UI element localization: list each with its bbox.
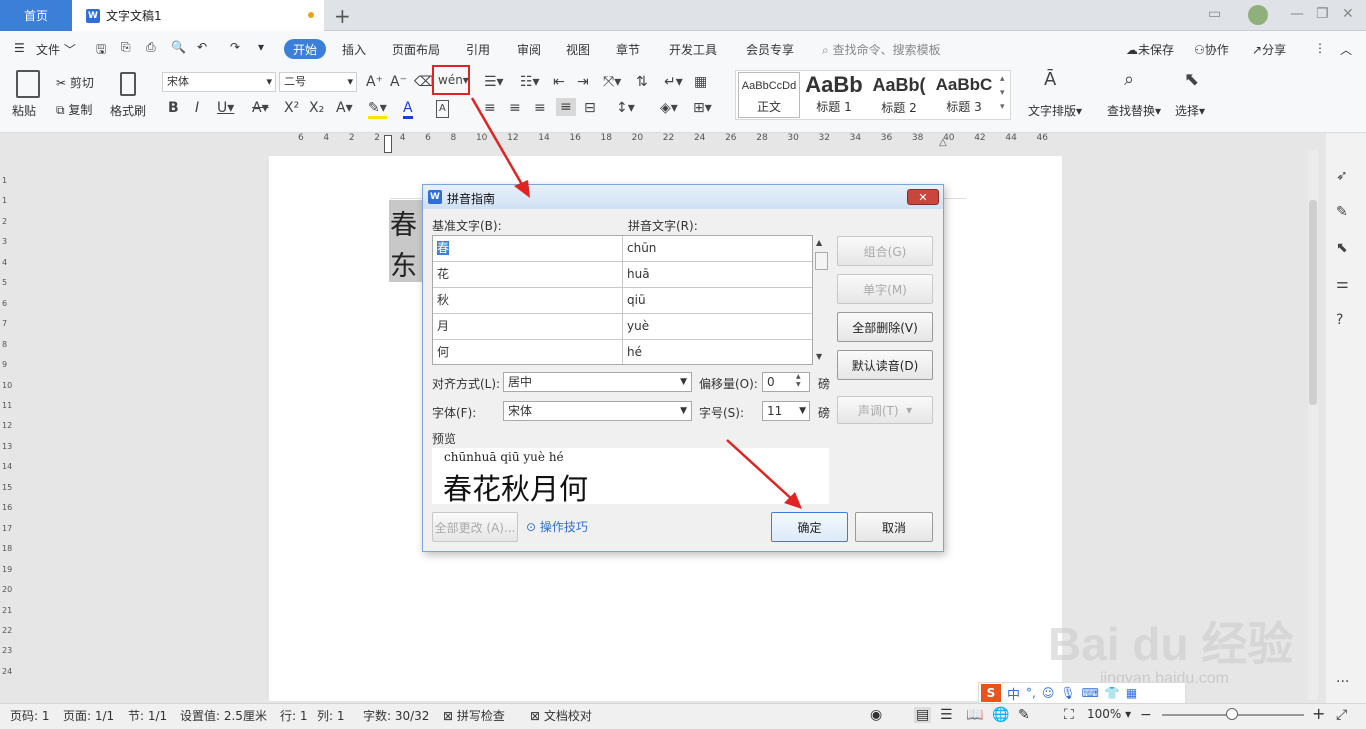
outline-view-icon[interactable]: ☰ xyxy=(940,707,953,723)
zoom-out-icon[interactable]: − xyxy=(1140,707,1152,723)
proofread-icon: ⊠ xyxy=(530,709,541,723)
proofread-button[interactable]: ⊠ 文档校对 xyxy=(530,707,592,724)
fit-page-icon[interactable]: ⛶ xyxy=(1064,707,1074,723)
emoji-icon[interactable]: ☺ xyxy=(1042,686,1055,700)
zoom-select[interactable]: 100% ▾ xyxy=(1087,707,1131,721)
punct-icon[interactable]: °, xyxy=(1026,686,1036,700)
write-mode-icon[interactable]: ✎ xyxy=(1018,707,1030,723)
mic-icon[interactable]: 🎙 xyxy=(1060,686,1075,700)
zoom-value: 100% xyxy=(1087,707,1122,721)
arrow-head xyxy=(514,180,530,198)
eye-protection-icon[interactable]: ◉ xyxy=(870,707,882,723)
watermark-brand: Bai du 经验 xyxy=(1048,618,1294,670)
arrow-to-ok xyxy=(726,439,796,503)
status-words[interactable]: 字数: 30/32 xyxy=(363,707,429,724)
status-setting[interactable]: 设置值: 2.5厘米 xyxy=(180,707,267,724)
spell-check-button[interactable]: ⊠ 拼写检查 xyxy=(443,707,505,724)
status-row[interactable]: 行: 1 xyxy=(280,707,308,724)
page-view-icon[interactable]: ▤ xyxy=(914,707,932,723)
spell-check-label: 拼写检查 xyxy=(456,709,505,723)
spell-check-icon: ⊠ xyxy=(443,709,454,723)
sogou-s-icon: S xyxy=(981,684,1001,702)
zoom-in-icon[interactable]: + xyxy=(1312,704,1325,723)
status-section[interactable]: 节: 1/1 xyxy=(128,707,167,724)
status-pages[interactable]: 页面: 1/1 xyxy=(63,707,114,724)
toolbox-icon[interactable]: ▦ xyxy=(1126,686,1137,700)
skin-icon[interactable]: 👕 xyxy=(1105,686,1120,700)
zoom-slider-handle[interactable] xyxy=(1226,708,1238,720)
status-page[interactable]: 页码: 1 xyxy=(10,707,50,724)
arrow-to-dialog xyxy=(470,97,526,189)
web-view-icon[interactable]: 🌐 xyxy=(992,707,1009,723)
fullscreen-icon[interactable]: ⤢ xyxy=(1336,707,1347,723)
reading-view-icon[interactable]: 📖 xyxy=(966,707,983,723)
keyboard-icon[interactable]: ⌨ xyxy=(1082,686,1099,700)
ime-lang[interactable]: 中 xyxy=(1007,684,1020,703)
ime-toolbar[interactable]: S 中 °, ☺ 🎙 ⌨ 👕 ▦ xyxy=(978,682,1186,704)
proofread-label: 文档校对 xyxy=(543,709,592,723)
status-col[interactable]: 列: 1 xyxy=(317,707,345,724)
